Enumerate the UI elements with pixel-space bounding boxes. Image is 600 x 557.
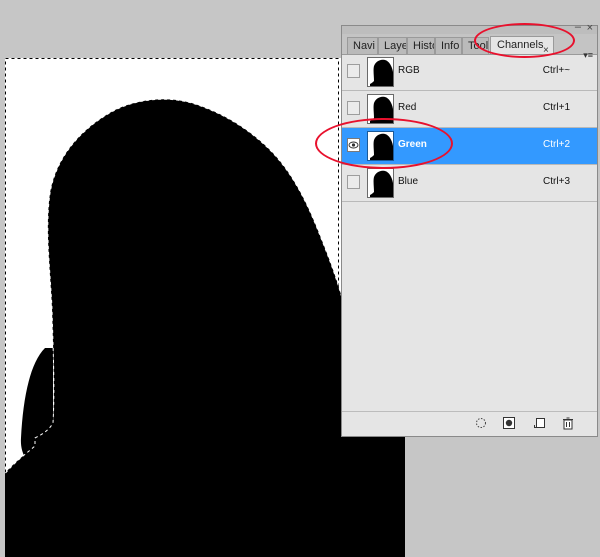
- visibility-toggle[interactable]: [347, 175, 360, 189]
- channel-shortcut: Ctrl+3: [543, 176, 570, 187]
- panel-bottom-toolbar: [342, 411, 597, 436]
- channel-row-green[interactable]: Green Ctrl+2: [342, 128, 597, 165]
- channel-name: Green: [398, 139, 427, 150]
- channel-name: RGB: [398, 65, 420, 76]
- close-icon[interactable]: ×: [587, 23, 593, 34]
- channel-shortcut: Ctrl+2: [543, 139, 570, 150]
- visibility-toggle[interactable]: [347, 64, 360, 78]
- channel-thumbnail: [367, 168, 394, 198]
- eye-icon: [348, 141, 359, 149]
- channels-panel: – × Navi Laye Histo Info Tool Channels ×…: [341, 22, 598, 437]
- channel-shortcut: Ctrl+~: [542, 65, 570, 76]
- tab-layers[interactable]: Laye: [378, 37, 407, 54]
- channel-row-rgb[interactable]: RGB Ctrl+~: [342, 54, 597, 91]
- channel-row-red[interactable]: Red Ctrl+1: [342, 91, 597, 128]
- channel-thumbnail: [367, 57, 394, 87]
- channel-list: RGB Ctrl+~ Red Ctrl+1 Green Ctrl+2 Blue …: [342, 54, 597, 202]
- save-selection-icon[interactable]: [502, 416, 516, 430]
- panel-titlebar[interactable]: – ×: [342, 22, 597, 34]
- channel-name: Blue: [398, 176, 419, 187]
- panel-tabstrip: Navi Laye Histo Info Tool Channels × ▾≡: [342, 34, 597, 60]
- visibility-toggle[interactable]: [347, 138, 360, 152]
- channel-thumbnail: [367, 131, 394, 161]
- channel-thumbnail: [367, 94, 394, 124]
- tab-info[interactable]: Info: [435, 37, 462, 54]
- tab-navigator[interactable]: Navi: [347, 37, 378, 54]
- visibility-toggle[interactable]: [347, 101, 360, 115]
- new-channel-icon[interactable]: [533, 416, 547, 430]
- load-selection-icon[interactable]: [474, 416, 488, 430]
- channel-shortcut: Ctrl+1: [543, 102, 570, 113]
- channel-row-blue[interactable]: Blue Ctrl+3: [342, 165, 597, 202]
- minimize-icon[interactable]: –: [575, 22, 581, 33]
- tab-history[interactable]: Histo: [407, 37, 435, 54]
- tab-tool-presets[interactable]: Tool: [462, 37, 489, 54]
- trash-icon[interactable]: [561, 416, 575, 430]
- channel-name: Red: [398, 102, 417, 113]
